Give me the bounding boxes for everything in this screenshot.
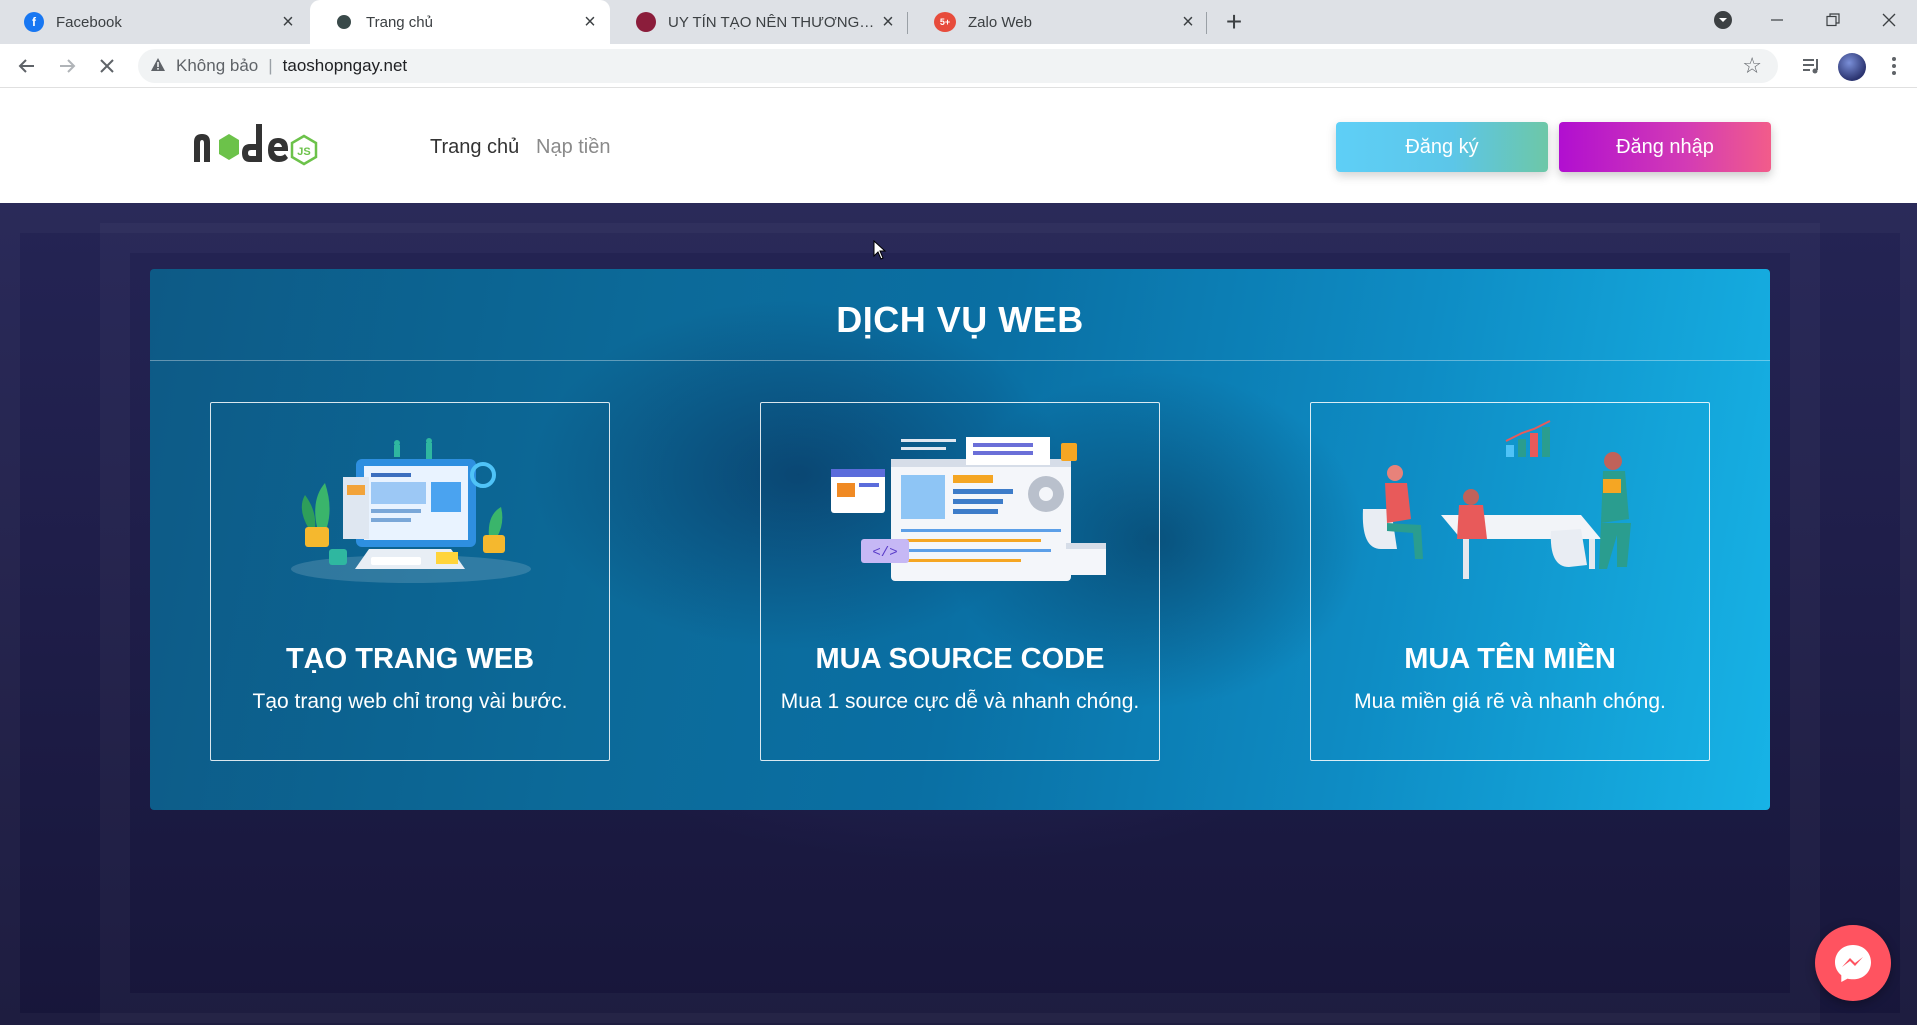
tab-uy-tin[interactable]: UY TÍN TẠO NÊN THƯƠNG HIỆU × <box>612 0 908 44</box>
tab-trang-chu[interactable]: Trang chủ × <box>310 0 610 44</box>
nav-top-up[interactable]: Nạp tiền <box>536 136 611 159</box>
forward-button[interactable] <box>51 50 83 82</box>
messenger-chat-button[interactable] <box>1815 925 1891 1001</box>
menu-button[interactable] <box>1880 52 1908 80</box>
tab-label: UY TÍN TẠO NÊN THƯƠNG HIỆU <box>668 13 876 31</box>
card-description: Mua miền giá rẽ và nhanh chóng. <box>1354 690 1666 713</box>
login-button[interactable]: Đăng nhập <box>1559 122 1771 172</box>
services-panel: DỊCH VỤ WEB TẠO TRANG WEB Tạo trang web … <box>150 269 1770 810</box>
restore-icon <box>1826 13 1840 27</box>
back-button[interactable] <box>11 50 43 82</box>
tab-zalo[interactable]: 5+ Zalo Web × <box>910 0 1208 44</box>
web-design-illustration <box>291 438 531 583</box>
source-code-illustration: </> <box>831 437 1106 581</box>
close-tab-icon[interactable]: × <box>1176 10 1200 34</box>
tab-separator <box>1206 12 1207 34</box>
bookmark-star-icon[interactable]: ☆ <box>1742 53 1762 79</box>
browser-tab-strip: f Facebook × Trang chủ × UY TÍN TẠO NÊN … <box>0 0 1917 44</box>
nodejs-logo[interactable]: JS <box>190 116 360 172</box>
site-favicon <box>337 15 351 29</box>
media-control-button[interactable] <box>1798 52 1826 80</box>
minimize-icon <box>1771 19 1783 21</box>
close-tab-icon[interactable]: × <box>276 10 300 34</box>
card-title: TẠO TRANG WEB <box>285 643 535 675</box>
facebook-icon: f <box>24 12 44 32</box>
restore-button[interactable] <box>1806 0 1860 40</box>
zalo-favicon: 5+ <box>934 12 956 32</box>
tab-label: Zalo Web <box>968 13 1032 31</box>
new-tab-button[interactable]: + <box>1218 6 1250 38</box>
nav-home[interactable]: Trang chủ <box>430 136 519 159</box>
close-icon <box>1882 13 1896 27</box>
close-tab-icon[interactable]: × <box>578 10 602 34</box>
browser-toolbar: Không bảo | taoshopngay.net ☆ <box>0 44 1917 88</box>
zalo-badge: 5+ <box>939 17 951 27</box>
card-title: MUA SOURCE CODE <box>815 643 1105 675</box>
close-window-button[interactable] <box>1862 0 1916 40</box>
address-separator: | <box>268 56 273 75</box>
tab-facebook[interactable]: f Facebook × <box>0 0 308 44</box>
card-description: Mua 1 source cực dễ và nhanh chóng. <box>780 690 1140 713</box>
services-title: DỊCH VỤ WEB <box>836 299 1084 340</box>
tab-label: Facebook <box>56 13 122 31</box>
meeting-illustration <box>1362 420 1631 579</box>
svg-text:</>: </> <box>872 545 897 561</box>
service-card-source-code[interactable]: </> MUA SOURCE CODE Mua 1 source cực dễ … <box>760 402 1160 761</box>
stop-icon <box>100 59 114 73</box>
messenger-icon <box>1835 945 1871 982</box>
profile-avatar[interactable] <box>1838 53 1866 81</box>
service-card-create-web[interactable]: TẠO TRANG WEB Tạo trang web chỉ trong và… <box>210 402 610 761</box>
service-card-domain[interactable]: MUA TÊN MIỀN Mua miền giá rẽ và nhanh ch… <box>1310 402 1710 761</box>
card-title: MUA TÊN MIỀN <box>1404 643 1616 675</box>
card-description: Tạo trang web chỉ trong vài bước. <box>252 690 568 713</box>
tab-separator <box>907 12 908 34</box>
forward-arrow-icon <box>60 59 76 73</box>
minimize-button[interactable] <box>1750 0 1804 40</box>
stop-loading-button[interactable] <box>91 50 123 82</box>
back-arrow-icon <box>18 59 34 73</box>
services-divider <box>150 360 1770 361</box>
tab-label: Trang chủ <box>366 13 433 31</box>
address-bar[interactable]: Không bảo | taoshopngay.net ☆ <box>138 49 1778 83</box>
tab-search-button[interactable] <box>1696 0 1750 40</box>
site-header: JS Trang chủ Nạp tiền Đăng ký Đăng nhập <box>0 88 1917 203</box>
mouse-cursor-icon <box>873 240 887 260</box>
playlist-icon <box>1803 59 1818 74</box>
svg-text:JS: JS <box>297 146 310 158</box>
chevron-down-circle-icon <box>1714 11 1732 29</box>
close-tab-icon[interactable]: × <box>876 10 900 34</box>
url-text[interactable]: taoshopngay.net <box>283 56 407 76</box>
warning-icon <box>150 57 166 75</box>
avatar-favicon <box>636 12 656 32</box>
signup-button[interactable]: Đăng ký <box>1336 122 1548 172</box>
more-vertical-icon <box>1892 57 1896 75</box>
security-status[interactable]: Không bảo <box>176 56 258 76</box>
